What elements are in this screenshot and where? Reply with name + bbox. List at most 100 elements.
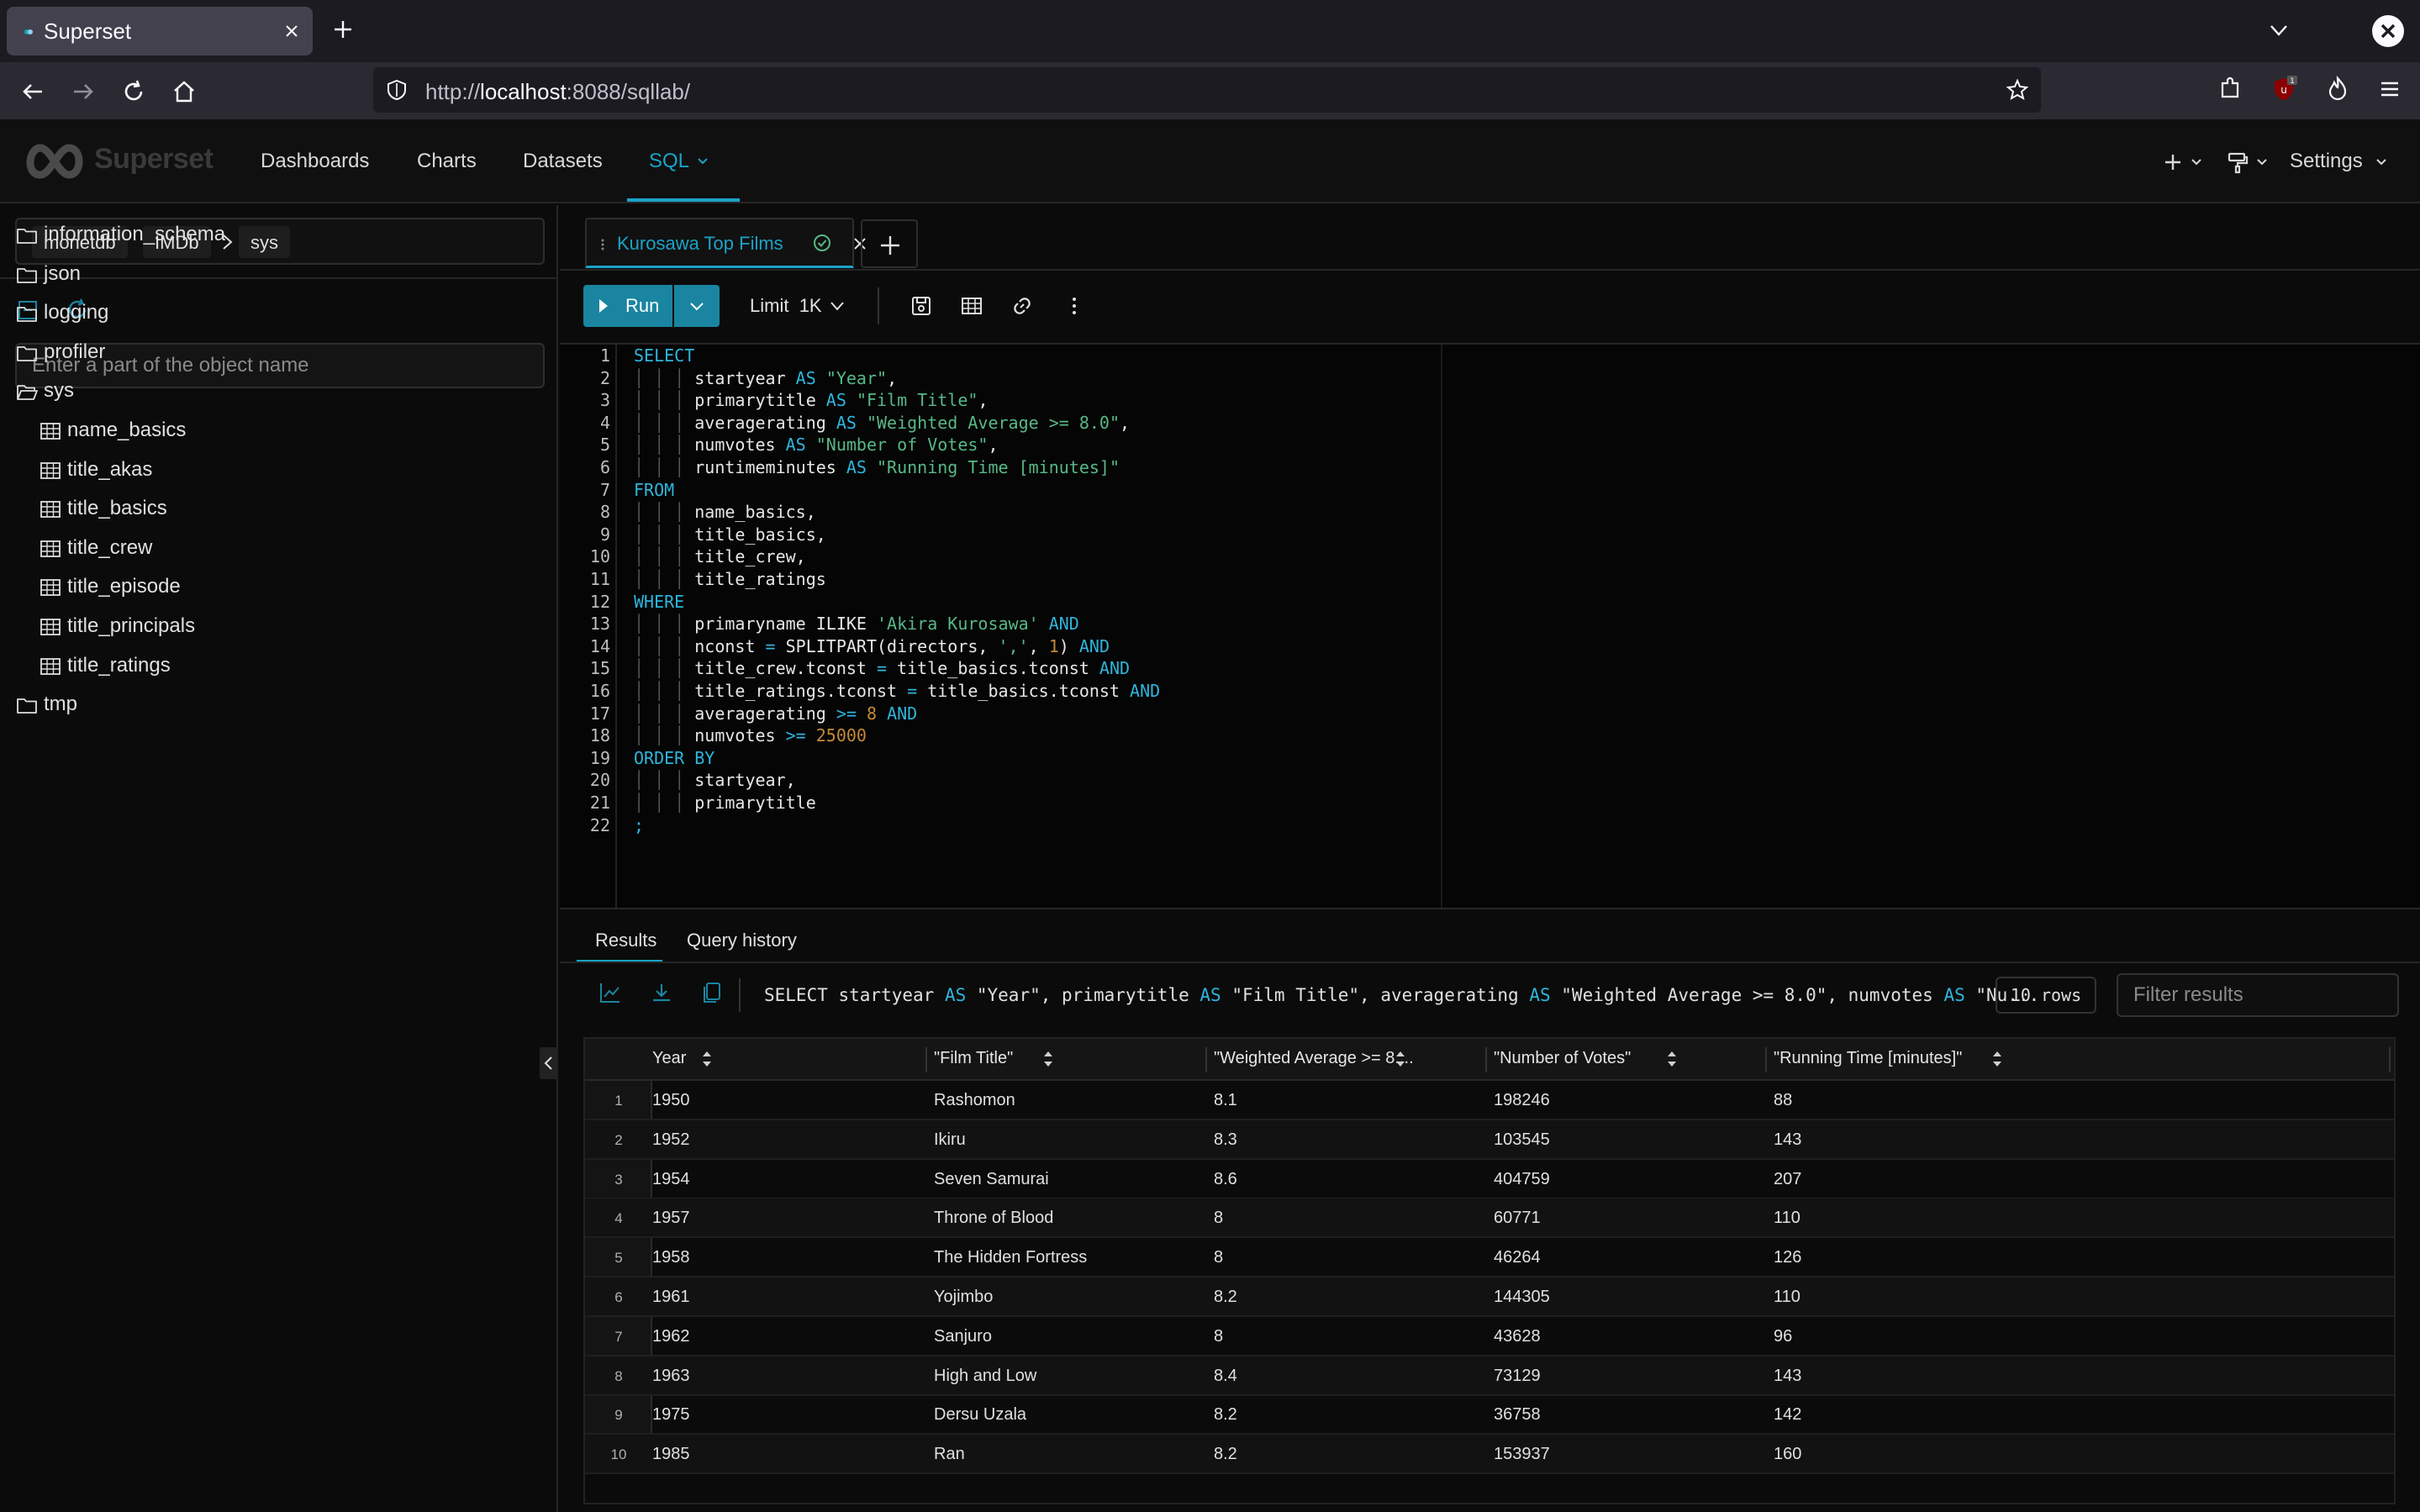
table-cell[interactable]: Yojimbo xyxy=(934,1288,993,1307)
table-cell[interactable]: 1958 xyxy=(652,1248,690,1267)
reload-icon[interactable] xyxy=(119,77,148,106)
table-cell[interactable]: 8 xyxy=(1214,1209,1223,1228)
table-cell[interactable]: 103545 xyxy=(1494,1130,1550,1150)
table-row[interactable]: 9 1975 Dersu Uzala 8.2 36758 142 xyxy=(585,1395,2394,1436)
table-cell[interactable]: 1954 xyxy=(652,1170,690,1189)
table-cell[interactable]: 110 xyxy=(1774,1288,1801,1307)
query-tab[interactable]: Kurosawa Top Films xyxy=(585,218,866,268)
sort-icon[interactable] xyxy=(1666,1050,1678,1068)
table-cell[interactable]: 8.1 xyxy=(1214,1091,1237,1110)
column-divider[interactable] xyxy=(2389,1047,2391,1072)
table-cell[interactable]: 8.6 xyxy=(1214,1170,1237,1189)
table-cell[interactable]: 142 xyxy=(1774,1405,1801,1425)
column-header[interactable]: Year xyxy=(652,1049,686,1068)
table-cell[interactable]: 36758 xyxy=(1494,1405,1541,1425)
table-cell[interactable]: Rashomon xyxy=(934,1091,1015,1110)
table-cell[interactable]: 60771 xyxy=(1494,1209,1541,1228)
menu-dashboards[interactable]: Dashboards xyxy=(261,150,369,173)
schema-chip[interactable]: sys xyxy=(239,226,290,258)
sidebar-collapse-handle[interactable] xyxy=(540,1047,558,1079)
table-row[interactable]: 1 1950 Rashomon 8.1 198246 88 xyxy=(585,1081,2394,1120)
table-row[interactable]: 7 1962 Sanjuro 8 43628 96 xyxy=(585,1317,2394,1357)
chevron-down-icon[interactable] xyxy=(829,300,846,312)
chevron-down-icon[interactable] xyxy=(2256,158,2268,166)
paint-roller-icon[interactable] xyxy=(2223,148,2252,176)
column-header[interactable]: "Number of Votes" xyxy=(1494,1049,1631,1068)
table-cell[interactable]: 46264 xyxy=(1494,1248,1541,1267)
run-button[interactable]: Run xyxy=(583,285,672,327)
window-close-button[interactable] xyxy=(2372,15,2404,47)
table-cell[interactable]: 8.2 xyxy=(1214,1405,1237,1425)
table-cell[interactable]: 198246 xyxy=(1494,1091,1550,1110)
ublock-origin-icon[interactable]: u1 xyxy=(2270,75,2298,103)
table-cell[interactable]: 404759 xyxy=(1494,1170,1550,1189)
table-cell[interactable]: 144305 xyxy=(1494,1288,1550,1307)
column-divider[interactable] xyxy=(1765,1047,1767,1072)
bookmark-star-icon[interactable] xyxy=(2006,78,2029,102)
table-cell[interactable]: 1952 xyxy=(652,1130,690,1150)
filter-results-input[interactable] xyxy=(2117,973,2399,1017)
download-icon[interactable] xyxy=(649,980,674,1005)
table-cell[interactable]: Sanjuro xyxy=(934,1327,992,1346)
home-icon[interactable] xyxy=(170,77,198,106)
table-row[interactable]: 6 1961 Yojimbo 8.2 144305 110 xyxy=(585,1278,2394,1317)
flame-icon[interactable] xyxy=(2323,75,2352,103)
table-row[interactable]: 3 1954 Seven Samurai 8.6 404759 207 xyxy=(585,1160,2394,1199)
add-query-tab-button[interactable] xyxy=(861,219,918,268)
table-cell[interactable]: 1975 xyxy=(652,1405,690,1425)
tab-query-history[interactable]: Query history xyxy=(687,930,797,951)
table-cell[interactable]: 207 xyxy=(1774,1170,1801,1189)
table-cell[interactable]: 96 xyxy=(1774,1327,1792,1346)
table-cell[interactable]: Ran xyxy=(934,1445,965,1464)
column-header[interactable]: "Running Time [minutes]" xyxy=(1774,1049,1962,1068)
table-row[interactable]: 8 1963 High and Low 8.4 73129 143 xyxy=(585,1356,2394,1396)
table-cell[interactable]: 1961 xyxy=(652,1288,690,1307)
executed-sql-preview[interactable]: SELECT startyear AS "Year", primarytitle… xyxy=(764,985,2039,1005)
run-options-dropdown[interactable] xyxy=(674,285,720,327)
table-cell[interactable]: 8 xyxy=(1214,1327,1223,1346)
browser-tab[interactable]: Superset xyxy=(7,7,313,55)
chevron-down-icon[interactable] xyxy=(696,156,709,166)
table-cell[interactable]: 1957 xyxy=(652,1209,690,1228)
limit-dropdown[interactable]: Limit 1K xyxy=(750,295,822,317)
table-cell[interactable]: 1950 xyxy=(652,1091,690,1110)
settings-menu[interactable]: Settings xyxy=(2290,150,2363,173)
hamburger-menu-icon[interactable] xyxy=(2375,75,2404,103)
new-tab-icon[interactable] xyxy=(330,17,356,42)
superset-logo-text[interactable]: Superset xyxy=(94,143,214,176)
table-cell[interactable]: 153937 xyxy=(1494,1445,1550,1464)
chevron-down-icon[interactable] xyxy=(2267,18,2291,42)
table-row[interactable]: 10 1985 Ran 8.2 153937 160 xyxy=(585,1435,2394,1475)
table-cell[interactable]: 8.3 xyxy=(1214,1130,1237,1150)
chevron-down-icon[interactable] xyxy=(2191,158,2202,166)
menu-charts[interactable]: Charts xyxy=(417,150,477,173)
table-cell[interactable]: 1962 xyxy=(652,1327,690,1346)
column-divider[interactable] xyxy=(925,1047,927,1072)
link-icon[interactable] xyxy=(1010,294,1034,318)
table-cell[interactable]: 1985 xyxy=(652,1445,690,1464)
sort-icon[interactable] xyxy=(1042,1050,1054,1068)
table-cell[interactable]: 1963 xyxy=(652,1367,690,1386)
table-cell[interactable]: High and Low xyxy=(934,1367,1036,1386)
address-bar[interactable]: http://localhost:8088/sqllab/ xyxy=(373,67,2041,113)
table-cell[interactable]: 8.4 xyxy=(1214,1367,1237,1386)
menu-datasets[interactable]: Datasets xyxy=(523,150,603,173)
table-cell[interactable]: Throne of Blood xyxy=(934,1209,1053,1228)
table-cell[interactable]: 110 xyxy=(1774,1209,1801,1228)
column-header[interactable]: "Film Title" xyxy=(934,1049,1013,1068)
copy-icon[interactable] xyxy=(699,980,725,1005)
table-cell[interactable]: Dersu Uzala xyxy=(934,1405,1026,1425)
forward-arrow-icon[interactable] xyxy=(69,77,98,106)
table-cell[interactable]: Seven Samurai xyxy=(934,1170,1049,1189)
menu-sql[interactable]: SQL xyxy=(649,150,689,173)
table-cell[interactable]: 73129 xyxy=(1494,1367,1541,1386)
drag-handle-icon[interactable] xyxy=(600,238,605,251)
tracking-protection-icon[interactable] xyxy=(385,78,409,102)
save-icon[interactable] xyxy=(909,294,933,318)
sort-icon[interactable] xyxy=(701,1050,713,1068)
table-cell[interactable]: 8.2 xyxy=(1214,1445,1237,1464)
table-cell[interactable]: 126 xyxy=(1774,1248,1801,1267)
column-divider[interactable] xyxy=(1485,1047,1487,1072)
extensions-icon[interactable] xyxy=(2216,75,2244,103)
table-cell[interactable]: 143 xyxy=(1774,1130,1801,1150)
